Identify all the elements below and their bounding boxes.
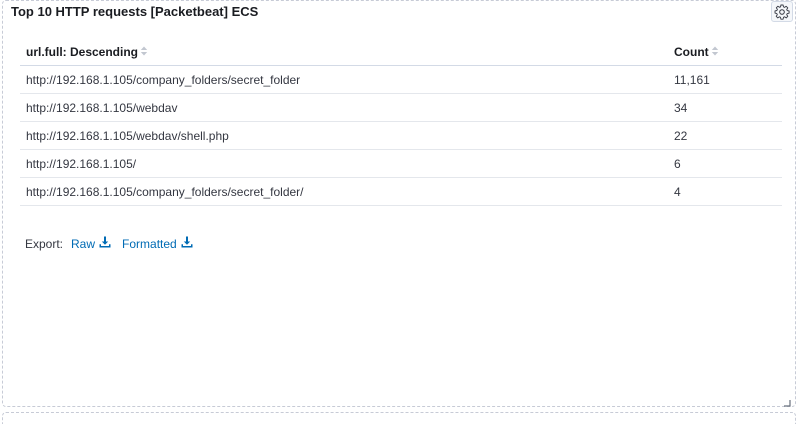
column-header-label: Count [674, 44, 709, 59]
panel-title: Top 10 HTTP requests [Packetbeat] ECS [11, 4, 259, 19]
column-header-count[interactable]: Count [668, 39, 782, 66]
table-row: http://192.168.1.105/company_folders/sec… [20, 177, 782, 206]
cell-count: 6 [668, 149, 782, 178]
cell-url[interactable]: http://192.168.1.105/company_folders/sec… [20, 177, 668, 206]
column-header-label: url.full: Descending [26, 44, 139, 59]
table-row: http://192.168.1.105/company_folders/sec… [20, 65, 782, 94]
export-label: Export: [25, 236, 64, 251]
download-icon [177, 236, 193, 251]
gear-icon [774, 4, 790, 20]
sort-icon[interactable] [711, 45, 719, 59]
table-header-row: url.full: Descending Count [20, 39, 782, 66]
export-formatted-link[interactable]: Formatted [122, 236, 193, 251]
panel-options-button[interactable] [771, 1, 793, 22]
data-table: url.full: Descending Count http://192.16… [20, 39, 782, 206]
table-row: http://192.168.1.105/webdav 34 [20, 93, 782, 122]
cell-url[interactable]: http://192.168.1.105/company_folders/sec… [20, 65, 668, 94]
export-formatted-label: Formatted [122, 236, 177, 251]
resize-handle-icon[interactable] [783, 394, 791, 407]
table-row: http://192.168.1.105/ 6 [20, 149, 782, 178]
export-raw-label: Raw [71, 236, 96, 251]
cell-count: 22 [668, 121, 782, 150]
table-row: http://192.168.1.105/webdav/shell.php 22 [20, 121, 782, 150]
sort-icon[interactable] [140, 45, 148, 59]
visualization-panel: Top 10 HTTP requests [Packetbeat] ECS ur… [2, 0, 796, 407]
export-bar: Export: Raw Formatted [25, 236, 204, 251]
column-header-url[interactable]: url.full: Descending [20, 39, 668, 66]
export-raw-link[interactable]: Raw [71, 236, 111, 251]
cell-count: 34 [668, 93, 782, 122]
cell-count: 11,161 [668, 65, 782, 94]
cell-url[interactable]: http://192.168.1.105/ [20, 149, 668, 178]
cell-count: 4 [668, 177, 782, 206]
download-icon [95, 236, 111, 251]
next-panel-edge [2, 412, 796, 424]
cell-url[interactable]: http://192.168.1.105/webdav/shell.php [20, 121, 668, 150]
cell-url[interactable]: http://192.168.1.105/webdav [20, 93, 668, 122]
